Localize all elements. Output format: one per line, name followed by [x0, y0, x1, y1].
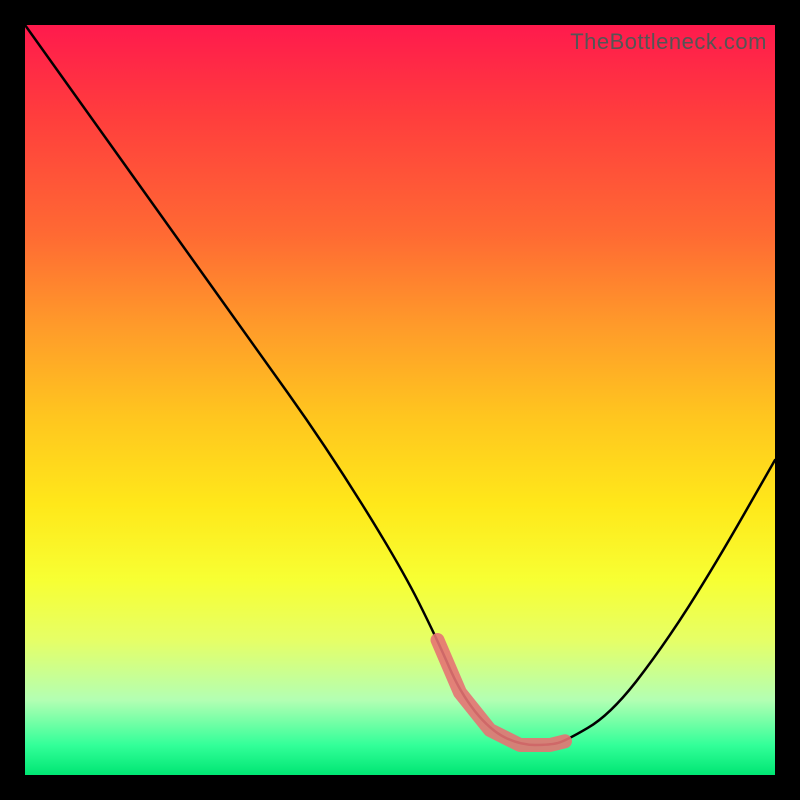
chart-frame: TheBottleneck.com [0, 0, 800, 800]
chart-plot-area: TheBottleneck.com [25, 25, 775, 775]
valley-highlight-path [438, 640, 566, 745]
bottleneck-curve-path [25, 25, 775, 745]
chart-svg [25, 25, 775, 775]
